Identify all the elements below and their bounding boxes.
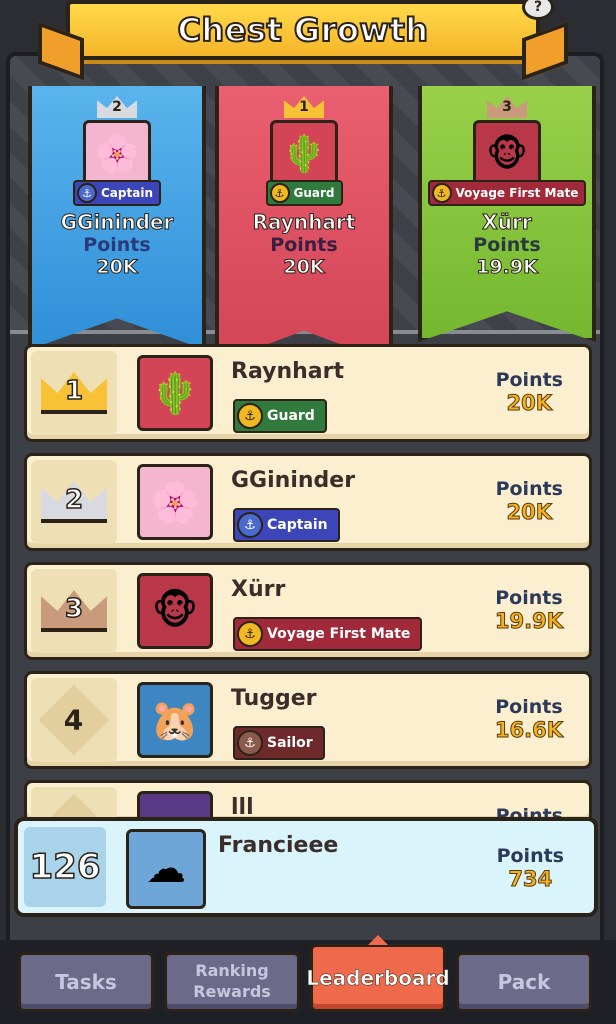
title-badge: ⚓ Voyage First Mate (427, 180, 587, 206)
podium-banner-second[interactable]: 2 🌸 ⚓ Captain GGininder Points 20K (28, 86, 206, 350)
avatar[interactable]: ☁ (126, 829, 206, 909)
list-item[interactable]: 1 🌵 Raynhart ⚓ Guard Points 20K (24, 344, 592, 442)
gold-crown-icon: 1 (41, 372, 107, 414)
title-badge: ⚓ Guard (265, 180, 343, 206)
title-badge-wrap: ⚓ Guard (233, 399, 327, 433)
points-label: Points (495, 478, 563, 500)
points: Points 20K (495, 478, 563, 525)
tab-tasks[interactable]: Tasks (18, 952, 154, 1012)
avatar[interactable]: 🐹 (137, 682, 213, 758)
tab-label-line2: Rewards (193, 982, 271, 1001)
crown-icon: 3 (487, 96, 527, 118)
points-label: Points (495, 696, 563, 718)
points-value: 19.9K (476, 256, 539, 279)
podium-banner-third[interactable]: 3 🐵 ⚓ Voyage First Mate Xürr Points 19.9… (418, 86, 596, 342)
points-label: Points (496, 845, 564, 867)
points: Points 734 (496, 845, 564, 892)
list-item[interactable]: 3 🐵 Xürr ⚓ Voyage First Mate Points 19.9… (24, 562, 592, 660)
points: Points 20K (495, 369, 563, 416)
anchor-icon: ⚓ (237, 730, 263, 756)
player-name: Raynhart (252, 210, 356, 235)
rank-number: 4 (64, 703, 84, 737)
title-label: Captain (267, 517, 328, 533)
avatar: 🐵 (473, 120, 541, 188)
title-label: Voyage First Mate (267, 626, 411, 642)
player-name: Tugger (231, 686, 317, 711)
anchor-icon: ⚓ (237, 621, 263, 647)
crown-icon: 2 (97, 96, 137, 118)
points-value: 16.6K (494, 718, 563, 743)
player-name: Xürr (482, 210, 532, 235)
title-badge: ⚓ Captain (73, 180, 161, 206)
points-label: Points (495, 587, 563, 609)
title-label: Guard (293, 186, 335, 200)
title-badge-wrap: ⚓ Captain (233, 508, 340, 542)
player-name: Xürr (231, 577, 286, 602)
page-title: Chest Growth (176, 10, 429, 50)
points-value: 19.9K (494, 609, 563, 634)
player-name: GGininder (231, 468, 356, 493)
points-label: Points (473, 234, 541, 256)
list-item[interactable]: 4 🐹 Tugger ⚓ Sailor Points 16.6K (24, 671, 592, 769)
anchor-icon: ⚓ (237, 512, 263, 538)
points: Points 19.9K (494, 587, 563, 634)
title-label: Guard (267, 408, 315, 424)
rank-diamond: 4 (38, 684, 110, 756)
tab-label: Leaderboard (306, 966, 450, 991)
avatar[interactable]: 🐵 (137, 573, 213, 649)
title-badge: ⚓ Sailor (233, 726, 325, 760)
list-item[interactable]: 2 🌸 GGininder ⚓ Captain Points 20K (24, 453, 592, 551)
avatar[interactable]: 🌵 (137, 355, 213, 431)
title-badge: ⚓ Captain (233, 508, 340, 542)
tab-label-line1: Ranking (195, 961, 269, 981)
tab-leaderboard[interactable]: Leaderboard (306, 944, 450, 1012)
title-label: Captain (101, 186, 153, 200)
self-rank: 126 (24, 827, 106, 907)
rank-box: 1 (31, 351, 117, 435)
avatar[interactable]: 🌸 (137, 464, 213, 540)
self-rank-row[interactable]: 126 ☁ Francieee Points 734 (14, 817, 598, 917)
anchor-icon: ⚓ (237, 403, 263, 429)
points-label: Points (495, 369, 563, 391)
silver-crown-icon: 2 (41, 481, 107, 523)
tab-ranking-rewards[interactable]: Ranking Rewards (164, 952, 300, 1012)
title-badge: ⚓ Voyage First Mate (233, 617, 423, 651)
player-name: GGininder (60, 210, 174, 235)
points-label: Points (270, 234, 338, 256)
points-label: Points (83, 234, 151, 256)
title-banner: Chest Growth (66, 0, 540, 60)
player-name: Raynhart (231, 359, 344, 384)
anchor-icon: ⚓ (77, 183, 97, 203)
title-badge-wrap: ⚓ Voyage First Mate (233, 617, 423, 651)
podium-banner-first[interactable]: 1 🌵 ⚓ Guard Raynhart Points 20K (215, 86, 393, 364)
avatar: 🌵 (270, 120, 338, 188)
rank-box: 2 (31, 460, 117, 544)
points-value: 734 (508, 867, 553, 892)
rank-box: 3 (31, 569, 117, 653)
title-label: Sailor (267, 735, 313, 751)
points-value: 20K (506, 391, 553, 416)
anchor-icon: ⚓ (431, 183, 452, 203)
title-badge: ⚓ Guard (233, 399, 327, 433)
tab-label: Pack (497, 970, 551, 994)
points-value: 20K (96, 256, 138, 279)
points-value: 20K (506, 500, 553, 525)
tab-label: Tasks (55, 970, 117, 994)
points: Points 16.6K (494, 696, 563, 743)
title-badge-wrap: ⚓ Sailor (233, 726, 325, 760)
anchor-icon: ⚓ (269, 183, 290, 203)
points-value: 20K (283, 256, 325, 279)
crown-icon: 1 (284, 96, 324, 118)
rank-box: 4 (31, 678, 117, 762)
tab-pack[interactable]: Pack (456, 952, 592, 1012)
bronze-crown-icon: 3 (41, 590, 107, 632)
title-label: Voyage First Mate (455, 186, 579, 200)
avatar: 🌸 (83, 120, 151, 188)
bottom-tab-bar: Tasks Ranking Rewards Leaderboard Pack (0, 940, 616, 1024)
ranking-list[interactable]: 1 🌵 Raynhart ⚓ Guard Points 20K 2 🌸 GGin… (24, 344, 592, 835)
player-name: Francieee (218, 833, 339, 858)
